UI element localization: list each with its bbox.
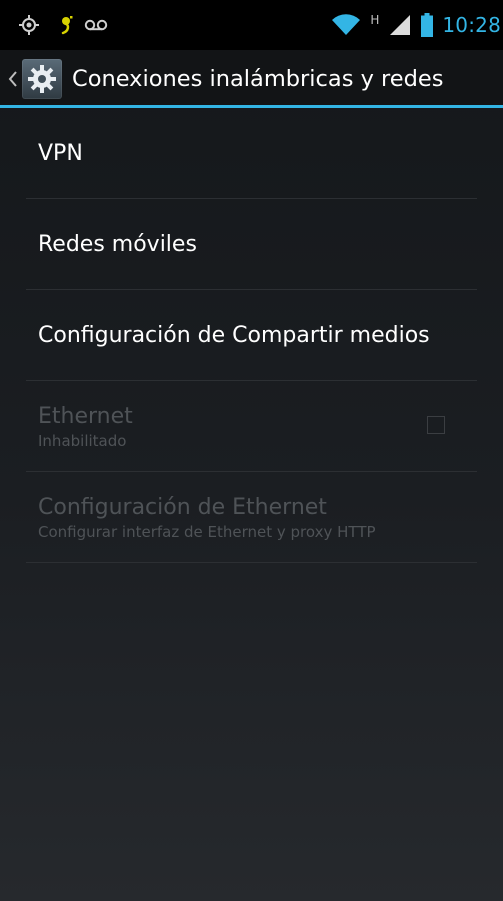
list-item-title: Configuración de Ethernet <box>38 494 327 520</box>
settings-gear-icon[interactable] <box>22 59 62 99</box>
battery-icon <box>421 13 434 37</box>
list-item-summary: Configurar interfaz de Ethernet y proxy … <box>38 522 376 541</box>
list-item-ethernet-settings: Configuración de Ethernet Configurar int… <box>0 472 503 563</box>
screen: H 10:28 Conexiones inalámbricas y redes … <box>0 0 503 901</box>
signal-icon <box>388 14 412 36</box>
gps-icon <box>18 14 40 36</box>
page-title: Conexiones inalámbricas y redes <box>72 66 444 92</box>
back-caret-icon[interactable] <box>6 67 20 91</box>
wifi-icon <box>331 13 361 37</box>
usb-debug-icon <box>60 15 74 35</box>
action-bar: Conexiones inalámbricas y redes <box>0 50 503 108</box>
settings-list: VPN Redes móviles Configuración de Compa… <box>0 108 503 563</box>
status-bar: H 10:28 <box>0 0 503 50</box>
list-item-summary: Inhabilitado <box>38 431 127 450</box>
list-item-ethernet: Ethernet Inhabilitado <box>0 381 503 472</box>
network-type-label: H <box>370 13 380 27</box>
status-clock: 10:28 <box>442 13 501 37</box>
list-item-mobile-networks[interactable]: Redes móviles <box>0 199 503 290</box>
ethernet-checkbox <box>427 416 445 434</box>
voicemail-icon <box>84 18 108 32</box>
status-right: H 10:28 <box>331 13 503 37</box>
list-item-title: Redes móviles <box>38 232 197 257</box>
list-item-title: Configuración de Compartir medios <box>38 323 430 348</box>
status-left <box>18 14 108 36</box>
divider <box>26 562 477 563</box>
list-item-media-sharing-settings[interactable]: Configuración de Compartir medios <box>0 290 503 381</box>
list-item-title: VPN <box>38 141 83 166</box>
list-item-vpn[interactable]: VPN <box>0 108 503 199</box>
